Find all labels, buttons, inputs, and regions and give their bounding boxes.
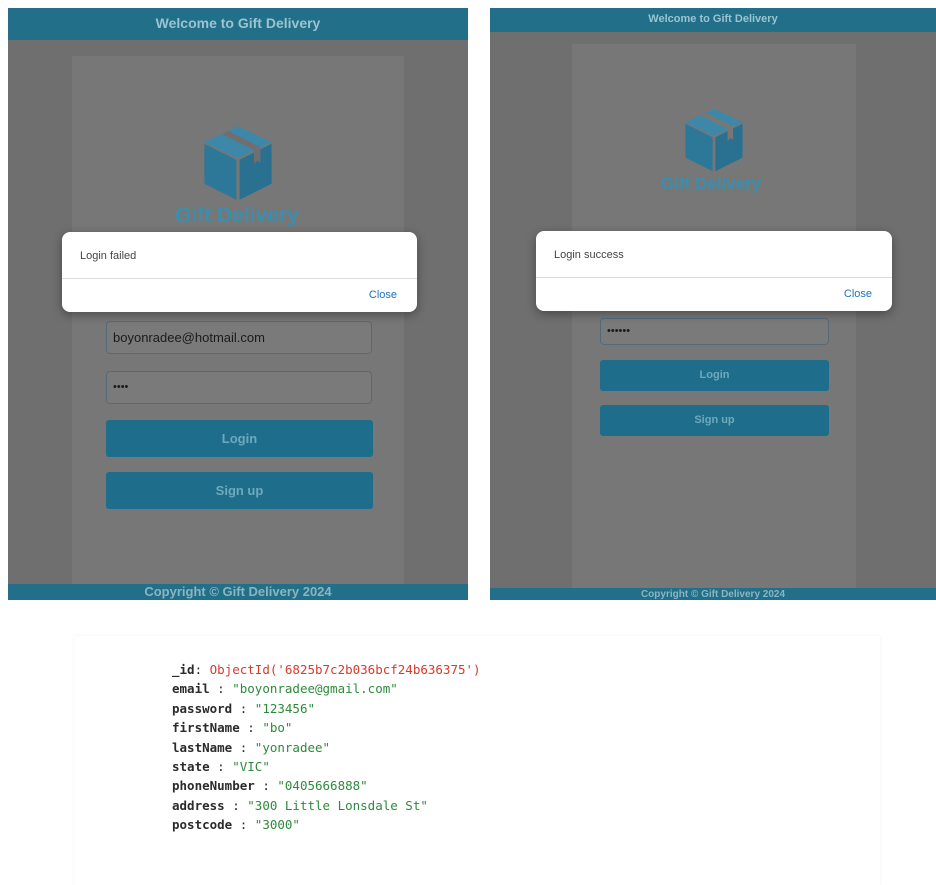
record-row: phoneNumber : "0405666888" (172, 778, 368, 794)
object-id-value: ObjectId('6825b7c2b036bcf24b636375') (209, 662, 481, 677)
login-button[interactable]: Login (600, 360, 829, 391)
login-button[interactable]: Login (106, 420, 373, 457)
dialog-close-button[interactable]: Close (369, 289, 397, 301)
password-field[interactable]: •••• (106, 371, 372, 404)
record-key: address (172, 797, 225, 813)
email-field[interactable]: boyonradee@hotmail.com (106, 321, 372, 354)
app-footer: Copyright © Gift Delivery 2024 (8, 584, 468, 600)
signup-button[interactable]: Sign up (106, 472, 373, 509)
package-box-icon (685, 108, 743, 172)
database-record-panel: _id: ObjectId('6825b7c2b036bcf24b636375'… (74, 636, 880, 885)
record-value: "yonradee" (254, 739, 331, 755)
record-key: _id (172, 662, 195, 677)
record-key: postcode (172, 817, 233, 833)
package-box-icon (204, 126, 272, 200)
record-value: "3000" (254, 817, 300, 833)
login-failed-dialog: Login failed Close (62, 232, 417, 312)
record-id-row: _id: ObjectId('6825b7c2b036bcf24b636375'… (172, 662, 481, 677)
app-header: Welcome to Gift Delivery (8, 8, 468, 40)
brand-title: Gift Delivery (661, 174, 762, 193)
dialog-close-button[interactable]: Close (844, 288, 872, 300)
record-value: "boyonradee@gmail.com" (232, 681, 398, 697)
record-row: lastName : "yonradee" (172, 739, 331, 755)
record-key: password (172, 700, 233, 716)
app-header: Welcome to Gift Delivery (490, 8, 936, 32)
record-value: "bo" (262, 720, 293, 736)
login-success-dialog: Login success Close (536, 231, 892, 311)
dialog-message: Login success (554, 249, 624, 261)
record-row: address : "300 Little Lonsdale St" (172, 797, 428, 813)
record-key: lastName (172, 739, 233, 755)
record-value: "300 Little Lonsdale St" (247, 797, 428, 813)
signup-button[interactable]: Sign up (600, 405, 829, 436)
dialog-divider (536, 277, 892, 278)
record-value: "123456" (254, 700, 316, 716)
record-row: postcode : "3000" (172, 817, 300, 833)
password-field[interactable]: •••••• (600, 318, 829, 345)
record-value: "VIC" (232, 759, 270, 775)
record-key: email (172, 681, 210, 697)
brand-title: Gift Delivery (175, 204, 299, 227)
record-key: firstName (172, 720, 240, 736)
login-screen-failed: Welcome to Gift Delivery Gift Delivery b… (8, 8, 468, 600)
record-row: email : "boyonradee@gmail.com" (172, 681, 398, 697)
record-row: state : "VIC" (172, 759, 270, 775)
dialog-divider (62, 278, 417, 279)
record-key: state (172, 759, 210, 775)
dialog-message: Login failed (80, 250, 137, 262)
record-key: phoneNumber (172, 778, 255, 794)
record-value: "0405666888" (277, 778, 368, 794)
login-screen-success: Welcome to Gift Delivery Gift Delivery •… (490, 8, 936, 600)
record-fields: _id: ObjectId('6825b7c2b036bcf24b636375'… (172, 660, 481, 835)
record-row: firstName : "bo" (172, 720, 293, 736)
record-row: password : "123456" (172, 700, 316, 716)
app-footer: Copyright © Gift Delivery 2024 (490, 588, 936, 600)
